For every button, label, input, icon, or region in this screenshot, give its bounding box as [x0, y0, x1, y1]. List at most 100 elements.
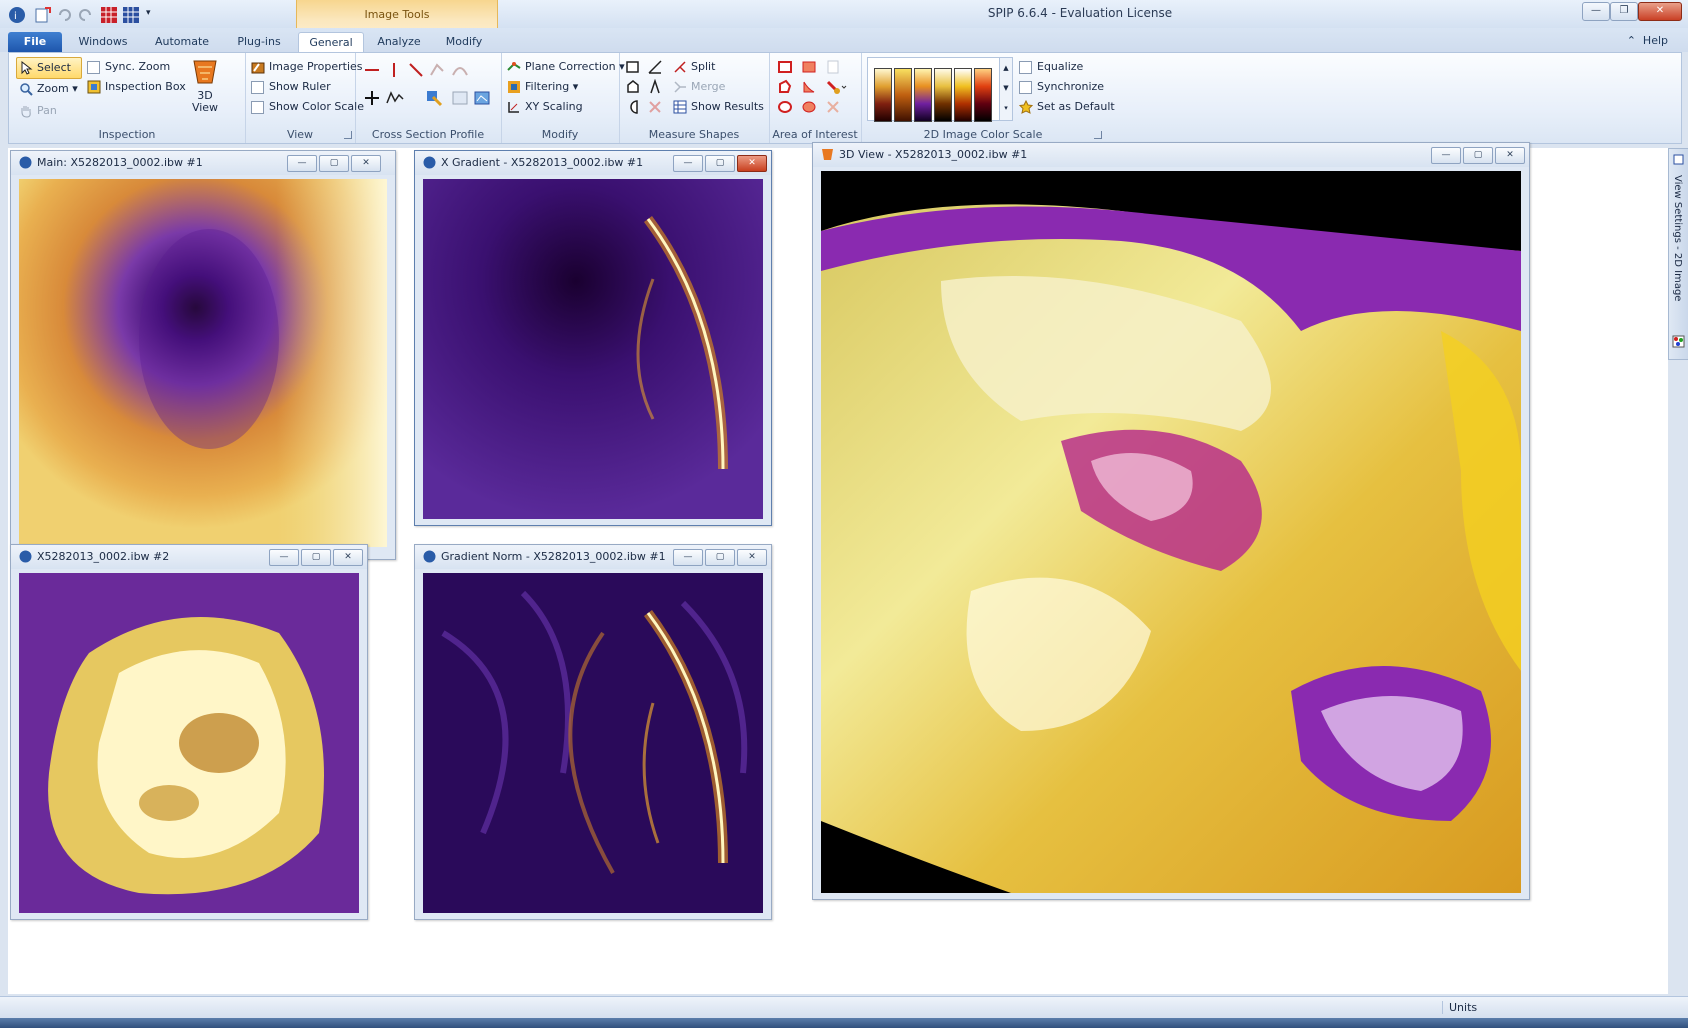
aoi-ellipse-filled-icon[interactable]	[801, 99, 817, 115]
gradient-norm-image[interactable]	[423, 573, 763, 913]
gallery-scroll[interactable]: ▲ ▼ ▾	[999, 57, 1013, 121]
profile-image-icon[interactable]	[473, 89, 491, 107]
close-icon[interactable]: ✕	[737, 155, 767, 172]
close-icon[interactable]: ✕	[333, 549, 363, 566]
maximize-icon[interactable]: ▢	[705, 155, 735, 172]
show-ruler-check[interactable]	[251, 81, 264, 94]
split-button[interactable]: Split	[671, 57, 715, 77]
aoi-delete-disabled-icon[interactable]	[825, 99, 841, 115]
color-scale-swatch-2[interactable]	[894, 68, 912, 122]
maximize-icon[interactable]: ▢	[705, 549, 735, 566]
palette-icon[interactable]	[1672, 335, 1685, 348]
window-x-gradient[interactable]: X Gradient - X5282013_0002.ibw #1 — ▢ ✕	[414, 150, 772, 526]
merge-button[interactable]: Merge	[671, 77, 725, 97]
window-main-titlebar[interactable]: Main: X5282013_0002.ibw #1 — ▢ ✕	[11, 151, 395, 175]
color-scale-swatch-6[interactable]	[974, 68, 992, 122]
rect-measure-icon[interactable]	[625, 59, 641, 75]
restore-app-icon[interactable]: ❐	[1610, 2, 1638, 21]
grid-red-icon[interactable]	[100, 6, 118, 24]
freehand-icon[interactable]	[385, 89, 407, 107]
equalize-check[interactable]	[1019, 61, 1032, 74]
synchronize-check[interactable]	[1019, 81, 1032, 94]
image-properties-button[interactable]: Image Properties	[249, 57, 363, 77]
aoi-rect-filled-icon[interactable]	[801, 59, 817, 75]
equalize-checkbox[interactable]: Equalize	[1017, 57, 1083, 77]
redo-icon[interactable]	[76, 6, 94, 24]
minimize-icon[interactable]: —	[1431, 147, 1461, 164]
window-gradient-norm[interactable]: Gradient Norm - X5282013_0002.ibw #1 — ▢…	[414, 544, 772, 920]
tab-general[interactable]: General	[298, 32, 364, 53]
maximize-icon[interactable]: ▢	[301, 549, 331, 566]
synchronize-checkbox[interactable]: Synchronize	[1017, 77, 1104, 97]
qat-more-icon[interactable]: ▾	[146, 8, 151, 18]
color-scale-swatch-5[interactable]	[954, 68, 972, 122]
minimize-icon[interactable]: —	[673, 549, 703, 566]
profile-brush-icon[interactable]	[425, 89, 443, 107]
minimize-app-icon[interactable]: —	[1582, 2, 1610, 21]
aoi-ellipse-icon[interactable]	[777, 99, 793, 115]
filtering-button[interactable]: Filtering ▾	[505, 77, 578, 97]
app-logo-icon[interactable]: i	[8, 6, 26, 24]
color-scale-gallery[interactable]	[867, 57, 1001, 122]
undo-icon[interactable]	[56, 6, 74, 24]
view-settings-side-panel[interactable]: View Settings - 2D Image	[1668, 148, 1688, 360]
minimize-icon[interactable]: —	[673, 155, 703, 172]
close-icon[interactable]: ✕	[1495, 147, 1525, 164]
show-results-button[interactable]: Show Results	[671, 97, 764, 117]
diagonal-line-icon[interactable]	[407, 61, 425, 79]
show-color-scale-checkbox[interactable]: Show Color Scale	[249, 97, 364, 117]
set-as-default-button[interactable]: Set as Default	[1017, 97, 1115, 117]
delete-measure-icon[interactable]	[647, 99, 663, 115]
3d-surface-view[interactable]	[821, 171, 1521, 893]
window-x-gradient-titlebar[interactable]: X Gradient - X5282013_0002.ibw #1 — ▢ ✕	[415, 151, 771, 175]
color-scale-swatch-1[interactable]	[874, 68, 892, 122]
sync-zoom-check[interactable]	[87, 61, 100, 74]
close-app-icon[interactable]: ✕	[1638, 2, 1682, 21]
select-button[interactable]: Select	[16, 57, 82, 79]
vertical-line-icon[interactable]	[385, 61, 403, 79]
inspection-box-button[interactable]: Inspection Box	[85, 77, 186, 97]
polyline-disabled-icon[interactable]	[429, 61, 447, 79]
grid-blue-icon[interactable]	[122, 6, 140, 24]
tab-automate[interactable]: Automate	[146, 32, 218, 52]
arc-disabled-icon[interactable]	[451, 61, 469, 79]
minimize-icon[interactable]: —	[287, 155, 317, 172]
tab-file[interactable]: File	[8, 32, 62, 52]
maximize-icon[interactable]: ▢	[319, 155, 349, 172]
window-3d-view-titlebar[interactable]: 3D View - X5282013_0002.ibw #1 — ▢ ✕	[813, 143, 1529, 167]
tab-plugins[interactable]: Plug-ins	[226, 32, 292, 52]
horizontal-line-icon[interactable]	[363, 61, 381, 79]
pin-icon[interactable]	[1672, 153, 1685, 166]
color-scale-swatch-4[interactable]	[934, 68, 952, 122]
open-icon[interactable]	[34, 6, 52, 24]
tab-windows[interactable]: Windows	[70, 32, 136, 52]
window-copy-2[interactable]: X5282013_0002.ibw #2 — ▢ ✕	[10, 544, 368, 920]
circle-measure-icon[interactable]	[625, 99, 641, 115]
aoi-polygon-icon[interactable]	[777, 79, 793, 95]
profile-image-disabled-icon[interactable]	[451, 89, 469, 107]
zoom-button[interactable]: Zoom ▾	[17, 79, 78, 99]
show-color-scale-check[interactable]	[251, 101, 264, 114]
window-main[interactable]: Main: X5282013_0002.ibw #1 — ▢ ✕	[10, 150, 396, 560]
sync-zoom-checkbox[interactable]: Sync. Zoom	[85, 57, 170, 77]
crosshair-icon[interactable]	[363, 89, 381, 107]
close-icon[interactable]: ✕	[351, 155, 381, 172]
aoi-copy-disabled-icon[interactable]	[825, 59, 841, 75]
close-icon[interactable]: ✕	[737, 549, 767, 566]
window-gradient-norm-titlebar[interactable]: Gradient Norm - X5282013_0002.ibw #1 — ▢…	[415, 545, 771, 569]
help-button[interactable]: ⌃ Help	[1627, 34, 1668, 47]
window-3d-view[interactable]: 3D View - X5282013_0002.ibw #1 — ▢ ✕	[812, 142, 1530, 900]
view3d-button[interactable]: 3D View	[185, 57, 225, 117]
x-gradient-image[interactable]	[423, 179, 763, 519]
aoi-rect-icon[interactable]	[777, 59, 793, 75]
aoi-freehand-icon[interactable]	[801, 79, 817, 95]
color-scale-swatch-3[interactable]	[914, 68, 932, 122]
angle-measure-icon[interactable]	[647, 59, 663, 75]
plane-correction-button[interactable]: Plane Correction ▾	[505, 57, 625, 77]
copy-2-image[interactable]	[19, 573, 359, 913]
maximize-icon[interactable]: ▢	[1463, 147, 1493, 164]
show-ruler-checkbox[interactable]: Show Ruler	[249, 77, 331, 97]
polygon-measure-icon[interactable]	[625, 79, 641, 95]
xy-scaling-button[interactable]: XY Scaling	[505, 97, 583, 117]
tab-analyze[interactable]: Analyze	[368, 32, 430, 52]
